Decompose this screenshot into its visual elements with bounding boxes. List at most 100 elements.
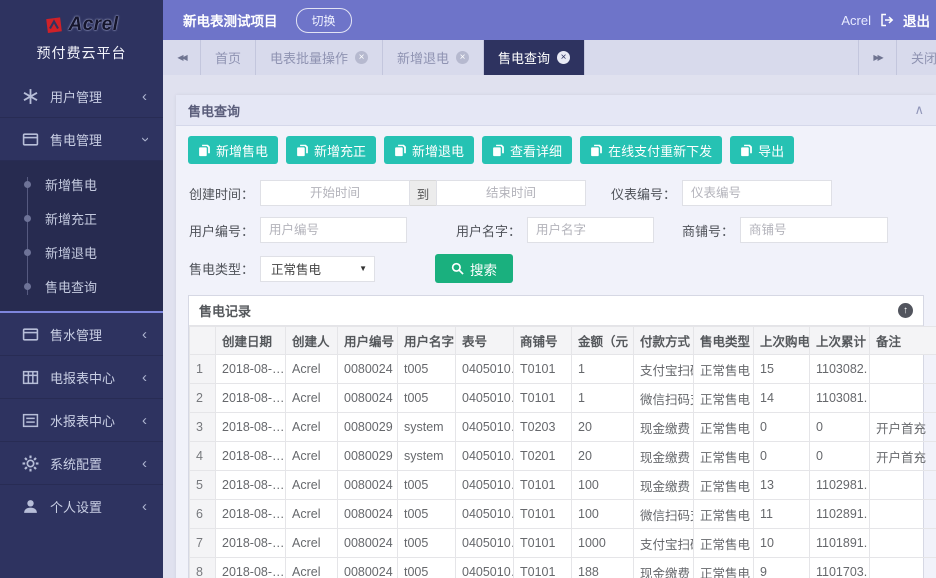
logout-link[interactable]: 退出: [903, 10, 930, 30]
card-icon: [22, 326, 39, 343]
sidebar-item-sell-water[interactable]: 售水管理 ‹: [0, 313, 163, 356]
project-name: 新电表测试项目: [183, 10, 278, 30]
copy-doc-icon: [590, 144, 603, 157]
chevron-left-icon: ‹: [142, 456, 147, 471]
dot-icon: [24, 283, 31, 290]
copy-doc-icon: [394, 144, 407, 157]
circle-arrow-up-icon[interactable]: ↑: [898, 303, 913, 318]
sidebar-item-water-report-center[interactable]: 水报表中心 ‹: [0, 399, 163, 442]
sale-type-label: 售电类型：: [188, 259, 254, 278]
table-icon: [22, 369, 39, 386]
table-header-row: 创建日期创建人用户编号用户名字表号商铺号金额（元付款方式售电类型上次购电上次累计…: [190, 327, 936, 355]
double-right-arrow-icon: ▶▶: [873, 53, 881, 62]
tab-meter-batch-ops[interactable]: 电表批量操作 ×: [256, 40, 383, 75]
sidebar-item-system-config[interactable]: 系统配置 ‹: [0, 442, 163, 485]
double-left-arrow-icon: ◀◀: [177, 53, 185, 62]
toolbar-button[interactable]: 新增售电: [188, 136, 278, 164]
tab-home[interactable]: 首页: [201, 40, 256, 75]
start-time-input[interactable]: [260, 180, 410, 206]
sidebar-item-electric-report-center[interactable]: 电报表中心 ‹: [0, 356, 163, 399]
toolbar-button[interactable]: 在线支付重新下发: [580, 136, 722, 164]
sidebar-nav: 用户管理 ‹ 售电管理 ‹ 新增售电 新增充正 新增退电 售电查询 售水管理 ‹: [0, 75, 163, 528]
tab-new-refund[interactable]: 新增退电 ×: [383, 40, 484, 75]
brand: Acrel 预付费云平台: [0, 0, 163, 75]
column-header: 表号: [456, 327, 514, 355]
sidebar-subitem-new-sale[interactable]: 新增售电: [0, 167, 163, 201]
current-user[interactable]: Acrel: [841, 13, 871, 28]
sidebar-subitem-sale-query[interactable]: 售电查询: [0, 269, 163, 303]
table-row[interactable]: 8 2018-08-… Acrel 0080024 t005 0405010… …: [190, 558, 936, 578]
chevron-left-icon: ‹: [142, 370, 147, 385]
sidebar-subitem-new-refund[interactable]: 新增退电: [0, 235, 163, 269]
end-time-input[interactable]: [436, 180, 586, 206]
sidebar: Acrel 预付费云平台 用户管理 ‹ 售电管理 ‹ 新增售电 新增充正 新增退…: [0, 0, 163, 578]
column-header: 付款方式: [634, 327, 694, 355]
table-row[interactable]: 5 2018-08-… Acrel 0080024 t005 0405010… …: [190, 471, 936, 500]
collapse-panel-icon[interactable]: ∧: [914, 102, 924, 118]
records-table: 创建日期创建人用户编号用户名字表号商铺号金额（元付款方式售电类型上次购电上次累计…: [189, 326, 936, 578]
sidebar-subitem-new-recharge[interactable]: 新增充正: [0, 201, 163, 235]
toolbar: 新增售电 新增充正 新增退电 查看详细 在线支付重新下发 导出: [188, 136, 924, 164]
close-tab-icon[interactable]: ×: [456, 51, 469, 64]
sale-type-select[interactable]: 正常售电 ▼: [260, 256, 375, 282]
close-tab-icon[interactable]: ×: [355, 51, 368, 64]
search-icon: [451, 262, 464, 275]
table-row[interactable]: 1 2018-08-… Acrel 0080024 t005 0405010… …: [190, 355, 936, 384]
tab-sale-query[interactable]: 售电查询 ×: [484, 40, 585, 75]
list-icon: [22, 412, 39, 429]
brand-subtitle: 预付费云平台: [0, 43, 163, 63]
shop-no-label: 商铺号：: [668, 221, 734, 240]
dot-icon: [24, 181, 31, 188]
close-tab-icon[interactable]: ×: [557, 51, 570, 64]
switch-project-button[interactable]: 切换: [296, 8, 352, 33]
dot-icon: [24, 249, 31, 256]
column-header: 创建人: [286, 327, 338, 355]
table-row[interactable]: 7 2018-08-… Acrel 0080024 t005 0405010… …: [190, 529, 936, 558]
content: 售电查询 ∧ 新增售电 新增充正 新增退电 查看详细: [163, 75, 936, 578]
toolbar-button[interactable]: 新增退电: [384, 136, 474, 164]
close-operations-menu[interactable]: 关闭操作: [897, 40, 936, 75]
snowflake-icon: [22, 88, 39, 105]
user-no-input[interactable]: [260, 217, 407, 243]
user-name-label: 用户名字：: [455, 221, 521, 240]
records-title: 售电记录: [199, 301, 251, 320]
column-header: 上次累计: [810, 327, 870, 355]
toolbar-button[interactable]: 新增充正: [286, 136, 376, 164]
copy-doc-icon: [492, 144, 505, 157]
sidebar-submenu-sell-electricity: 新增售电 新增充正 新增退电 售电查询: [0, 161, 163, 313]
column-header: 用户名字: [398, 327, 456, 355]
scroll-tabs-right-button[interactable]: ▶▶: [859, 40, 897, 75]
dot-icon: [24, 215, 31, 222]
gear-icon: [22, 455, 39, 472]
toolbar-button[interactable]: 导出: [730, 136, 794, 164]
acrel-logo-icon: [44, 15, 64, 35]
table-row[interactable]: 3 2018-08-… Acrel 0080029 system 0405010…: [190, 413, 936, 442]
caret-down-icon: ▼: [359, 264, 367, 273]
meter-no-input[interactable]: [682, 180, 832, 206]
logout-icon: [880, 13, 894, 27]
sidebar-item-user-management[interactable]: 用户管理 ‹: [0, 75, 163, 118]
table-row[interactable]: 6 2018-08-… Acrel 0080024 t005 0405010… …: [190, 500, 936, 529]
table-row[interactable]: 4 2018-08-… Acrel 0080029 system 0405010…: [190, 442, 936, 471]
shop-no-input[interactable]: [740, 217, 888, 243]
create-time-label: 创建时间：: [188, 184, 254, 203]
chevron-down-icon: ‹: [137, 137, 152, 142]
sidebar-item-personal-settings[interactable]: 个人设置 ‹: [0, 485, 163, 528]
chevron-left-icon: ‹: [142, 499, 147, 514]
user-icon: [22, 498, 39, 515]
chevron-left-icon: ‹: [142, 89, 147, 104]
scroll-tabs-left-button[interactable]: ◀◀: [163, 40, 201, 75]
tabbar: ◀◀ 首页 电表批量操作 × 新增退电 × 售电查询 × ▶▶ 关闭操作: [163, 40, 936, 75]
brand-name: Acrel: [68, 14, 118, 36]
to-addon: 到: [410, 180, 436, 206]
column-header: 金额（元: [572, 327, 634, 355]
meter-no-label: 仪表编号：: [610, 184, 676, 203]
toolbar-button[interactable]: 查看详细: [482, 136, 572, 164]
chevron-left-icon: ‹: [142, 327, 147, 342]
table-row[interactable]: 2 2018-08-… Acrel 0080024 t005 0405010… …: [190, 384, 936, 413]
user-name-input[interactable]: [527, 217, 654, 243]
sidebar-item-sell-electricity[interactable]: 售电管理 ‹: [0, 118, 163, 161]
search-button[interactable]: 搜索: [435, 254, 513, 283]
column-header: 创建日期: [216, 327, 286, 355]
column-header: [190, 327, 216, 355]
